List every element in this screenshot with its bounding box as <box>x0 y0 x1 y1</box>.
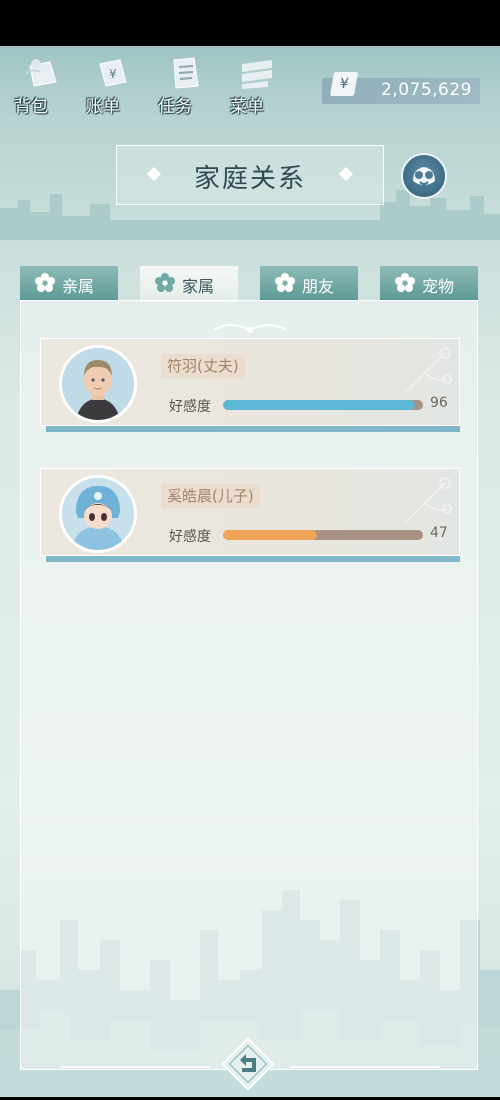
task-icon <box>173 57 199 89</box>
divider-left <box>60 1066 210 1068</box>
affection-label: 好感度 <box>169 399 211 415</box>
flower-icon <box>395 273 415 292</box>
status-bar <box>0 0 500 46</box>
member-name: 符羽(丈夫) <box>161 354 245 378</box>
menu-label: 菜单 <box>230 97 264 117</box>
tab-friends-label: 朋友 <box>302 277 335 296</box>
tab-pets-label: 宠物 <box>422 277 455 296</box>
tab-pets[interactable]: 宠物 <box>380 266 478 300</box>
tab-relatives[interactable]: 亲属 <box>20 266 118 300</box>
affection-bar <box>223 400 423 410</box>
yen-icon: ¥ <box>329 72 359 96</box>
affection-bar-fill <box>223 530 317 540</box>
svg-text:¥: ¥ <box>109 67 117 81</box>
panel-ornament <box>213 324 287 333</box>
member-card-son[interactable]: 奚皓晨(儿子) 好感度 47 <box>40 468 460 556</box>
family-info-button[interactable] <box>401 153 447 199</box>
task-label: 任务 <box>158 97 192 117</box>
bill-label: 账单 <box>86 97 120 117</box>
money-display: ¥ 2,075,629 <box>322 72 480 104</box>
task-button[interactable]: 任务 <box>158 52 208 117</box>
divider-right <box>290 1066 440 1068</box>
bag-button[interactable]: 背包 <box>14 52 64 117</box>
relation-tabs: 亲属 家属 朋友 宠物 <box>20 266 480 302</box>
flower-icon <box>275 273 295 292</box>
floral-decoration <box>404 477 452 524</box>
money-amount: 2,075,629 <box>380 80 472 100</box>
bill-button[interactable]: ¥ 账单 <box>86 52 136 117</box>
affection-bar <box>223 530 423 540</box>
tab-relatives-label: 亲属 <box>62 277 95 296</box>
back-arrow-icon <box>221 1037 275 1091</box>
bag-label: 背包 <box>14 97 48 117</box>
flower-icon <box>155 273 175 292</box>
member-card-husband[interactable]: 符羽(丈夫) 好感度 96 <box>40 338 460 426</box>
tab-friends[interactable]: 朋友 <box>260 266 358 300</box>
member-name: 奚皓晨(儿子) <box>161 484 260 508</box>
flower-icon <box>35 273 55 292</box>
tab-family-label: 家属 <box>182 277 215 296</box>
menu-button[interactable]: 菜单 <box>230 52 280 117</box>
bag-icon <box>25 59 57 87</box>
page-title-box: 家庭关系 <box>116 145 384 205</box>
family-icon <box>413 167 435 185</box>
floral-decoration <box>404 347 452 394</box>
menu-icon <box>242 60 272 89</box>
affection-bar-fill <box>223 400 415 410</box>
bill-icon: ¥ <box>99 59 127 87</box>
back-button[interactable] <box>216 1032 280 1096</box>
affection-label: 好感度 <box>169 529 211 545</box>
tab-family[interactable]: 家属 <box>140 266 238 302</box>
man-avatar <box>59 345 137 423</box>
child-avatar <box>59 475 137 553</box>
top-toolbar: 背包 ¥ 账单 任务 菜单 <box>14 52 280 117</box>
